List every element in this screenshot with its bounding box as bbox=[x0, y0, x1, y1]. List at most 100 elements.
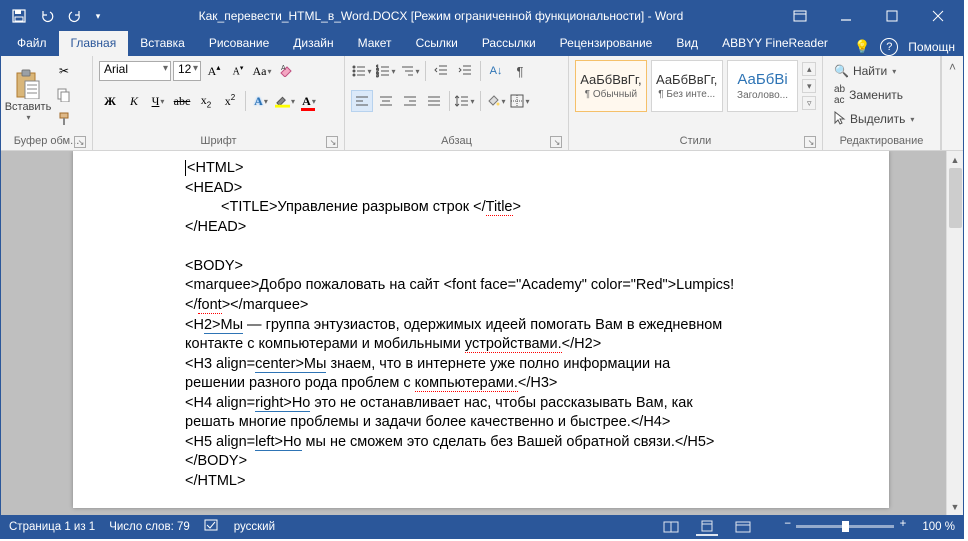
scroll-up-button[interactable]: ▲ bbox=[947, 151, 963, 168]
paste-button[interactable]: Вставить ▾ bbox=[7, 60, 49, 128]
tab-view[interactable]: Вид bbox=[664, 31, 710, 56]
undo-button[interactable] bbox=[35, 4, 59, 28]
save-button[interactable] bbox=[7, 4, 31, 28]
scroll-down-button[interactable]: ▼ bbox=[947, 498, 963, 515]
strike-button[interactable]: abc bbox=[171, 90, 193, 112]
italic-button[interactable]: К bbox=[123, 90, 145, 112]
tab-design[interactable]: Дизайн bbox=[281, 31, 345, 56]
align-left-button[interactable] bbox=[351, 90, 373, 112]
view-web-button[interactable] bbox=[732, 518, 754, 536]
copy-button[interactable] bbox=[53, 84, 75, 106]
style-nospacing[interactable]: АаБбВвГг, ¶ Без инте... bbox=[651, 60, 723, 112]
text-effects-button[interactable]: A▾ bbox=[250, 90, 272, 112]
tab-draw[interactable]: Рисование bbox=[197, 31, 281, 56]
tab-home[interactable]: Главная bbox=[59, 31, 129, 56]
status-page[interactable]: Страница 1 из 1 bbox=[9, 521, 95, 533]
font-color-button[interactable]: A▾ bbox=[298, 90, 320, 112]
tab-insert[interactable]: Вставка bbox=[128, 31, 197, 56]
tab-references[interactable]: Ссылки bbox=[404, 31, 470, 56]
clear-format-button[interactable]: A bbox=[275, 60, 297, 82]
cut-button[interactable]: ✂ bbox=[53, 60, 75, 82]
underline-button[interactable]: Ч▾ bbox=[147, 90, 169, 112]
vertical-scrollbar[interactable]: ▲ ▼ bbox=[946, 151, 963, 515]
group-para-label: Абзац bbox=[441, 133, 472, 149]
close-button[interactable] bbox=[915, 1, 961, 31]
multilevel-icon bbox=[400, 64, 414, 78]
font-launcher[interactable] bbox=[326, 136, 338, 148]
increase-indent-button[interactable] bbox=[454, 60, 476, 82]
numbering-icon: 123 bbox=[376, 64, 390, 78]
ribbon-tabs: Файл Главная Вставка Рисование Дизайн Ма… bbox=[1, 31, 963, 56]
zoom-in-button[interactable]: + bbox=[900, 518, 907, 530]
zoom-out-button[interactable]: − bbox=[784, 518, 791, 530]
eraser-icon: A bbox=[279, 63, 293, 80]
style-normal[interactable]: АаБбВвГг, ¶ Обычный bbox=[575, 60, 647, 112]
view-readmode-button[interactable] bbox=[660, 518, 682, 536]
group-font-label: Шрифт bbox=[200, 133, 236, 149]
align-justify-button[interactable] bbox=[423, 90, 445, 112]
change-case-button[interactable]: Aa▾ bbox=[251, 60, 273, 82]
tab-review[interactable]: Рецензирование bbox=[548, 31, 665, 56]
decrease-indent-button[interactable] bbox=[430, 60, 452, 82]
minimize-button[interactable] bbox=[823, 1, 869, 31]
style-heading1[interactable]: АаБбВі Заголово... bbox=[727, 60, 799, 112]
zoom-level[interactable]: 100 % bbox=[922, 521, 955, 533]
shrink-font-button[interactable]: A▾ bbox=[227, 60, 249, 82]
show-marks-button[interactable]: ¶ bbox=[509, 60, 531, 82]
tab-file[interactable]: Файл bbox=[5, 31, 59, 56]
font-name-select[interactable]: Arial bbox=[99, 61, 171, 81]
format-painter-button[interactable] bbox=[53, 108, 75, 130]
sort-button[interactable]: A↓ bbox=[485, 60, 507, 82]
status-wordcount[interactable]: Число слов: 79 bbox=[109, 521, 190, 533]
help-button[interactable]: ? bbox=[880, 38, 898, 56]
align-right-icon bbox=[403, 94, 417, 108]
zoom-slider[interactable]: − + bbox=[796, 525, 894, 528]
bold-button[interactable]: Ж bbox=[99, 90, 121, 112]
tab-abbyy[interactable]: ABBYY FineReader 12 bbox=[710, 31, 854, 56]
document-area: <HTML> <HEAD> <TITLE>Управление разрывом… bbox=[1, 151, 963, 515]
highlight-button[interactable]: ▾ bbox=[274, 90, 296, 112]
tab-layout[interactable]: Макет bbox=[346, 31, 404, 56]
cursor-icon bbox=[834, 111, 846, 128]
status-language[interactable]: русский bbox=[234, 521, 275, 533]
select-button[interactable]: Выделить▾ bbox=[829, 108, 919, 130]
search-icon: 🔍 bbox=[834, 64, 849, 78]
view-print-button[interactable] bbox=[696, 518, 718, 536]
align-right-button[interactable] bbox=[399, 90, 421, 112]
status-bar: Страница 1 из 1 Число слов: 79 русский −… bbox=[1, 515, 963, 538]
qat-customize-button[interactable]: ▾ bbox=[91, 4, 105, 28]
numbering-button[interactable]: 123▾ bbox=[375, 60, 397, 82]
align-center-button[interactable] bbox=[375, 90, 397, 112]
scroll-thumb[interactable] bbox=[949, 168, 962, 228]
ribbon-options-button[interactable] bbox=[777, 1, 823, 31]
copy-icon bbox=[57, 88, 71, 102]
tab-mailings[interactable]: Рассылки bbox=[470, 31, 548, 56]
bullets-button[interactable]: ▾ bbox=[351, 60, 373, 82]
multilevel-button[interactable]: ▾ bbox=[399, 60, 421, 82]
subscript-button[interactable]: x2 bbox=[195, 90, 217, 112]
replace-button[interactable]: abacЗаменить bbox=[829, 84, 908, 106]
shading-button[interactable]: ▾ bbox=[485, 90, 507, 112]
grow-font-button[interactable]: A▴ bbox=[203, 60, 225, 82]
maximize-button[interactable] bbox=[869, 1, 915, 31]
zoom-knob[interactable] bbox=[842, 521, 849, 532]
styles-launcher[interactable] bbox=[804, 136, 816, 148]
group-clipboard-label: Буфер обм... bbox=[14, 133, 80, 149]
clipboard-launcher[interactable] bbox=[74, 136, 86, 148]
help-label[interactable]: Помощн bbox=[908, 40, 955, 54]
line-spacing-button[interactable]: ▾ bbox=[454, 90, 476, 112]
clipboard-icon bbox=[13, 69, 43, 99]
status-proofing-icon[interactable] bbox=[204, 518, 220, 535]
align-left-icon bbox=[355, 94, 369, 108]
redo-button[interactable] bbox=[63, 4, 87, 28]
tell-me-icon[interactable]: 💡 bbox=[854, 39, 870, 55]
font-size-select[interactable]: 12 bbox=[173, 61, 201, 81]
collapse-ribbon-button[interactable]: ˄ bbox=[941, 56, 963, 150]
styles-gallery-expand[interactable]: ▴▾▿ bbox=[802, 60, 816, 112]
find-button[interactable]: 🔍Найти▾ bbox=[829, 60, 901, 82]
superscript-button[interactable]: x2 bbox=[219, 90, 241, 112]
scissors-icon: ✂ bbox=[59, 64, 69, 78]
borders-button[interactable]: ▾ bbox=[509, 90, 531, 112]
para-launcher[interactable] bbox=[550, 136, 562, 148]
page[interactable]: <HTML> <HEAD> <TITLE>Управление разрывом… bbox=[73, 151, 889, 508]
